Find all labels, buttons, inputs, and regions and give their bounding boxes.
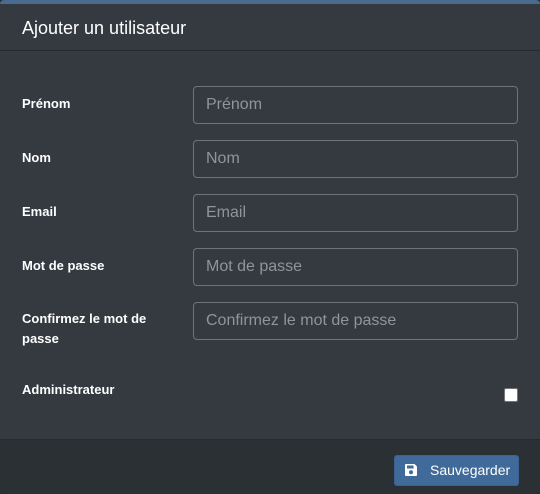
confirm-password-field[interactable] xyxy=(193,302,518,340)
admin-label: Administrateur xyxy=(22,382,115,397)
modal-header: Ajouter un utilisateur xyxy=(0,4,540,51)
save-button[interactable]: Sauvegarder xyxy=(394,455,519,486)
email-field[interactable] xyxy=(193,194,518,232)
last-name-label: Nom xyxy=(22,150,51,165)
password-label: Mot de passe xyxy=(22,258,105,273)
add-user-modal: Ajouter un utilisateur Prénom Nom Email … xyxy=(0,0,540,494)
admin-checkbox[interactable] xyxy=(504,388,518,402)
modal-body: Prénom Nom Email Mot de passe Confirmez … xyxy=(0,51,540,439)
floppy-disk-icon xyxy=(405,464,417,476)
password-field[interactable] xyxy=(193,248,518,286)
email-label: Email xyxy=(22,204,57,219)
confirm-password-label: Confirmez le mot de passe xyxy=(22,311,147,346)
modal-footer: Sauvegarder xyxy=(0,439,540,494)
save-button-label: Sauvegarder xyxy=(430,462,511,478)
modal-title: Ajouter un utilisateur xyxy=(22,18,187,38)
first-name-field[interactable] xyxy=(193,86,518,124)
last-name-field[interactable] xyxy=(193,140,518,178)
first-name-label: Prénom xyxy=(22,96,71,111)
